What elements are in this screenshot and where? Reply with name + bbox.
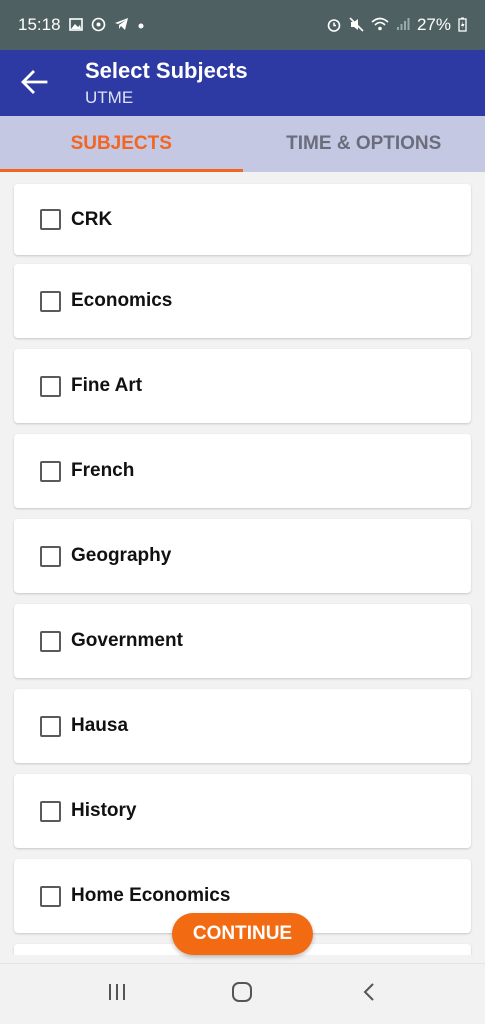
subject-item-crk[interactable]: CRK	[14, 184, 471, 255]
page-subtitle: UTME	[85, 88, 134, 107]
system-nav-bar	[0, 963, 485, 1024]
status-bar: 15:18 27%	[0, 0, 485, 50]
wifi-icon	[371, 17, 389, 33]
checkbox[interactable]	[40, 885, 61, 907]
subject-label: Government	[71, 630, 183, 651]
alarm-icon	[326, 17, 342, 34]
arrow-left-icon	[20, 69, 48, 99]
home-button[interactable]	[212, 964, 272, 1024]
battery-percent: 27%	[416, 15, 451, 34]
page-title: Select Subjects	[85, 58, 248, 83]
signal-icon	[396, 17, 410, 33]
home-icon	[231, 981, 253, 1008]
subject-item-fine-art[interactable]: Fine Art	[14, 349, 471, 423]
subject-label: History	[71, 800, 137, 821]
status-time: 15:18	[18, 15, 61, 34]
subject-item-french[interactable]: French	[14, 434, 471, 508]
checkbox[interactable]	[40, 545, 61, 567]
subject-label: Hausa	[71, 715, 129, 736]
checkbox[interactable]	[40, 375, 61, 397]
subject-item-history[interactable]: History	[14, 774, 471, 848]
subject-label: Economics	[71, 290, 173, 311]
recent-apps-button[interactable]	[87, 964, 147, 1024]
chevron-left-icon	[362, 982, 376, 1007]
checkbox[interactable]	[40, 630, 61, 652]
subject-item-government[interactable]: Government	[14, 604, 471, 678]
recent-apps-icon	[107, 983, 127, 1006]
checkbox[interactable]	[40, 715, 61, 737]
subject-label: Fine Art	[71, 375, 143, 396]
checkbox[interactable]	[40, 800, 61, 822]
whatsapp-icon	[91, 17, 106, 34]
battery-charging-icon	[458, 17, 467, 34]
checkbox[interactable]	[40, 460, 61, 482]
checkbox[interactable]	[40, 290, 61, 312]
notification-dot-icon	[137, 18, 145, 32]
subject-label: Home Economics	[71, 885, 231, 906]
subject-label: CRK	[71, 208, 113, 230]
back-button[interactable]	[14, 64, 54, 104]
subject-item-geography[interactable]: Geography	[14, 519, 471, 593]
subject-item-economics[interactable]: Economics	[14, 264, 471, 338]
subject-list[interactable]: CRK Economics Fine Art French Geography …	[0, 172, 485, 955]
tab-time-options[interactable]: TIME & OPTIONS	[243, 116, 485, 172]
tab-bar: SUBJECTS TIME & OPTIONS	[0, 116, 485, 172]
subject-label: Geography	[71, 545, 172, 566]
tab-subjects[interactable]: SUBJECTS	[0, 116, 243, 172]
app-bar: Select Subjects UTME	[0, 50, 485, 116]
telegram-icon	[114, 17, 129, 33]
mute-icon	[349, 16, 364, 34]
subject-label: French	[71, 460, 135, 481]
subject-item-hausa[interactable]: Hausa	[14, 689, 471, 763]
continue-button[interactable]: CONTINUE	[172, 913, 313, 955]
system-back-button[interactable]	[339, 964, 399, 1024]
gallery-icon	[68, 17, 83, 33]
checkbox[interactable]	[40, 209, 61, 230]
